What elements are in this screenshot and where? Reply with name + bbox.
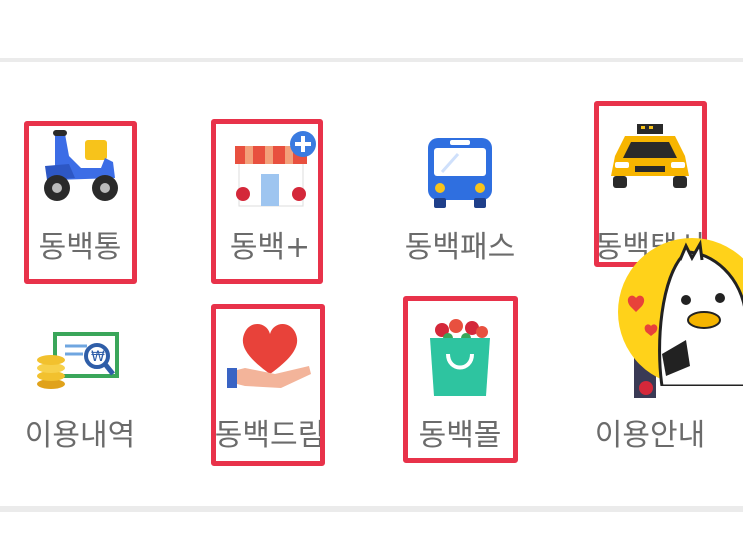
taxi-icon xyxy=(611,124,689,188)
menu-item-label: 이용내역 xyxy=(24,418,136,453)
store-plus-icon xyxy=(234,131,316,207)
menu-item-label: 동백패스 xyxy=(404,230,516,265)
menu-item-dongbaek-mall[interactable]: 동백몰 xyxy=(385,304,535,474)
menu-item-dongbaek-tong[interactable]: 동백통 xyxy=(5,122,155,292)
svg-text:₩: ₩ xyxy=(91,349,105,365)
shopping-bag-icon xyxy=(430,319,490,396)
menu-item-label: 이용안내 xyxy=(594,418,706,453)
top-band xyxy=(0,0,743,58)
menu-item-label: 동백드림 xyxy=(214,418,326,453)
menu-item-dongbaek-dream[interactable]: 동백드림 xyxy=(195,304,345,474)
coins-receipt-icon: ₩ xyxy=(37,332,119,389)
bottom-band xyxy=(0,512,743,556)
menu-item-label: 동백+ xyxy=(229,230,311,265)
duck-mascot-icon[interactable] xyxy=(616,236,743,386)
menu-item-label: 동백통 xyxy=(38,230,122,265)
bus-icon xyxy=(428,138,492,208)
scooter-icon xyxy=(44,130,118,201)
heart-hand-icon xyxy=(227,323,311,388)
menu-item-usage-history[interactable]: ₩ 이용내역 xyxy=(5,312,155,482)
menu-item-dongbaek-plus[interactable]: 동백+ xyxy=(195,122,345,292)
menu-item-dongbaek-pass[interactable]: 동백패스 xyxy=(385,122,535,292)
menu-item-label: 동백몰 xyxy=(418,418,502,453)
